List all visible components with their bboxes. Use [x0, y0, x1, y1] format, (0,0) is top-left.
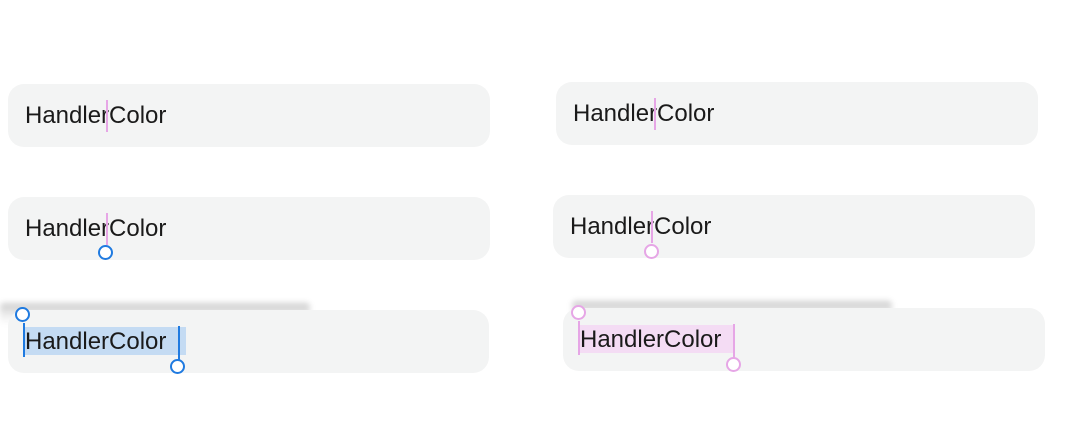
handler-color-field-6[interactable]: HandlerColor: [563, 308, 1045, 371]
text-caret: [654, 98, 656, 130]
handler-color-field-1[interactable]: HandlerColor: [8, 84, 490, 147]
handler-color-field-4[interactable]: HandlerColor: [553, 195, 1035, 258]
selection-start-caret: [578, 321, 580, 355]
selection-start-handle-icon[interactable]: [571, 305, 586, 320]
caret-handle-icon[interactable]: [644, 244, 659, 259]
selection-end-caret: [178, 326, 180, 360]
caret-handle-icon[interactable]: [98, 245, 113, 260]
selection-start-handle-icon[interactable]: [15, 307, 30, 322]
field-text-1: HandlerColor: [25, 101, 167, 129]
handler-color-field-2[interactable]: HandlerColor: [556, 82, 1038, 145]
text-caret: [106, 100, 108, 132]
selection-end-handle-icon[interactable]: [726, 357, 741, 372]
handler-color-field-3[interactable]: HandlerColor: [8, 197, 490, 260]
field-text-2: HandlerColor: [573, 99, 715, 127]
selection-start-caret: [23, 323, 25, 357]
field-text-5: HandlerColor: [25, 327, 167, 355]
selection-end-handle-icon[interactable]: [170, 359, 185, 374]
field-text-4: HandlerColor: [570, 212, 712, 240]
field-text-3: HandlerColor: [25, 214, 167, 242]
selection-end-caret: [733, 324, 735, 358]
text-caret: [106, 213, 108, 245]
handler-color-field-5[interactable]: HandlerColor: [8, 310, 489, 373]
text-caret: [651, 211, 653, 243]
field-text-6: HandlerColor: [580, 325, 722, 353]
